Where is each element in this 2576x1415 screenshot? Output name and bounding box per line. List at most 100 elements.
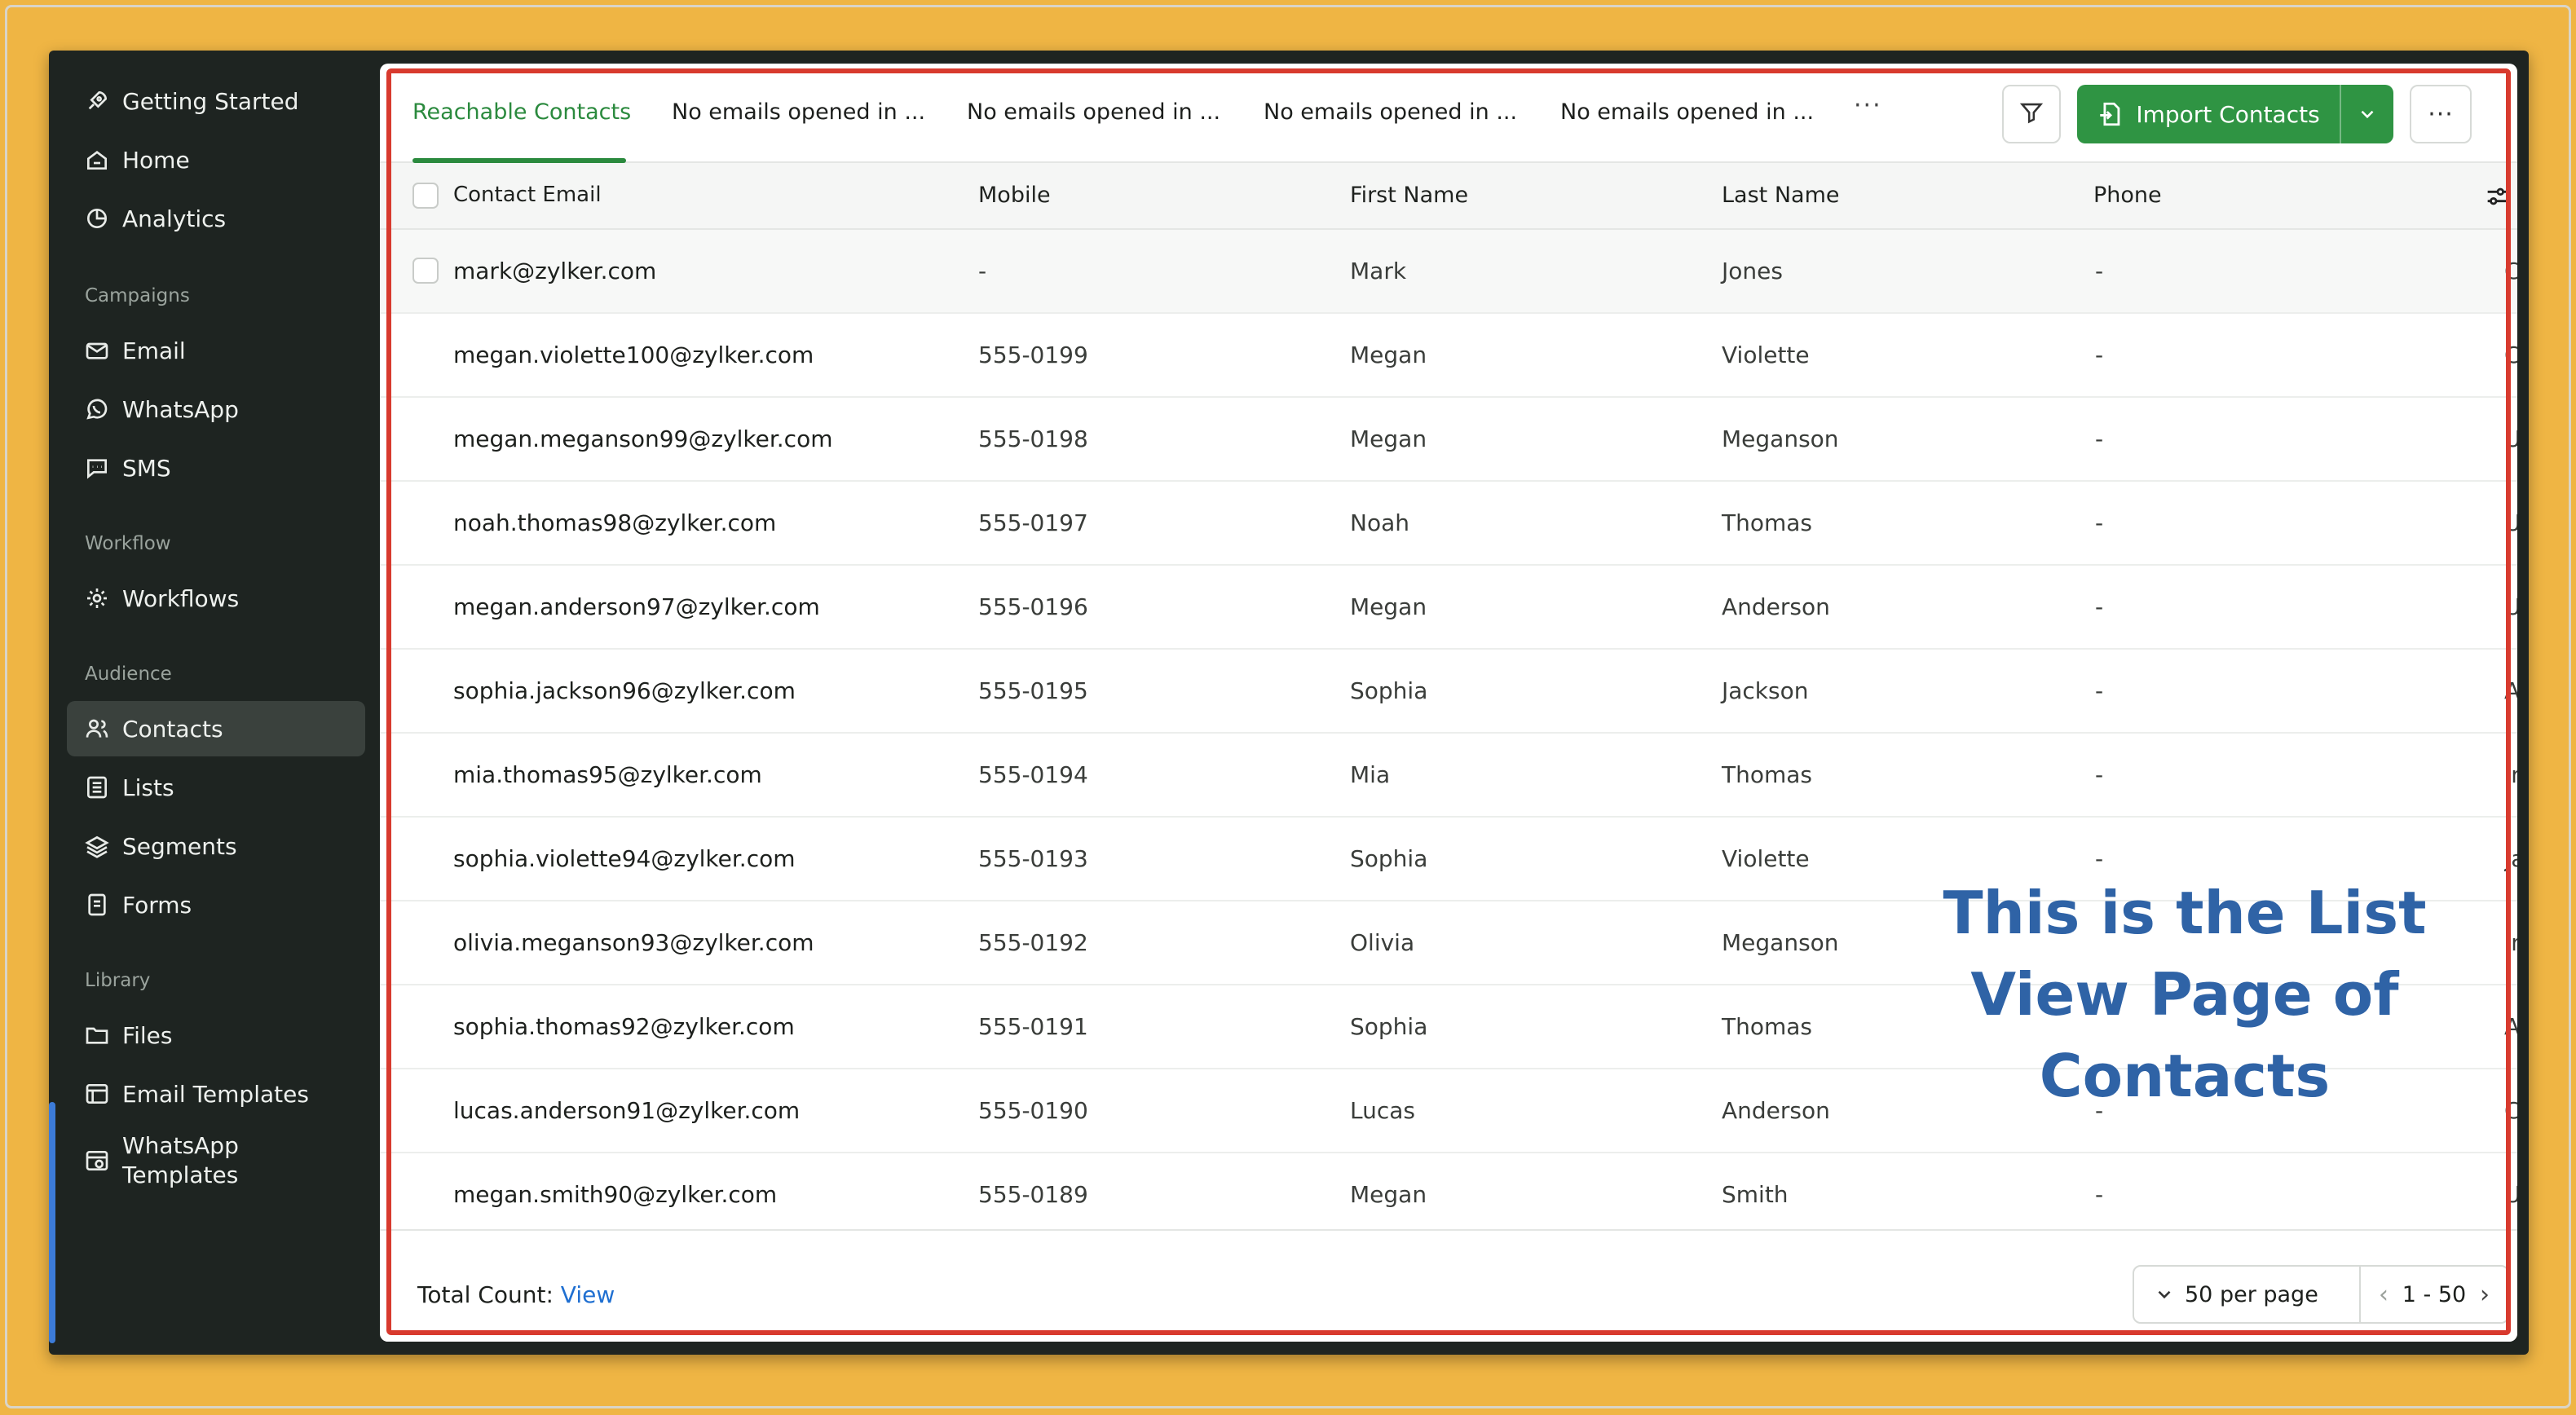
table-row[interactable]: mia.thomas95@zylker.com 555-0194 Mia Thomas… — [380, 734, 2517, 818]
cell-first: Lucas — [1350, 1097, 1415, 1124]
column-phone[interactable]: Phone — [2093, 183, 2162, 208]
sidebar-item-files[interactable]: Files — [67, 1007, 365, 1063]
sidebar-item-label: Getting Started — [122, 87, 299, 115]
cell-email[interactable]: olivia.meganson93@zylker.com — [453, 929, 814, 956]
cell-phone: - — [2095, 1181, 2104, 1208]
folder-icon — [83, 1021, 111, 1049]
cell-email[interactable]: sophia.violette94@zylker.com — [453, 845, 796, 872]
cell-truncated-column: Uk — [2504, 593, 2517, 620]
sidebar: Getting Started Home Analytics Campaigns… — [49, 51, 380, 1355]
total-count-view-link[interactable]: View — [561, 1281, 615, 1308]
cell-truncated-column: Ca — [2504, 342, 2517, 368]
cell-mobile: 555-0198 — [978, 425, 1088, 452]
chat-icon — [83, 454, 111, 482]
cell-phone: - — [2095, 845, 2104, 872]
sidebar-item-sms[interactable]: SMS — [67, 440, 365, 496]
sidebar-item-home[interactable]: Home — [67, 132, 365, 187]
tab-no-emails-opened-1[interactable]: No emails opened in ... — [672, 99, 925, 125]
sidebar-resize-handle[interactable] — [49, 1102, 55, 1343]
more-options-button[interactable]: ··· — [2410, 85, 2472, 143]
sidebar-item-label: Lists — [122, 774, 174, 801]
cell-mobile: 555-0189 — [978, 1181, 1088, 1208]
page-range-value: 1 - 50 — [2402, 1281, 2467, 1307]
sidebar-item-label: Forms — [122, 891, 192, 919]
sidebar-item-label: Email Templates — [122, 1080, 309, 1108]
cell-truncated-column: US — [2504, 1181, 2517, 1208]
sidebar-item-email[interactable]: Email — [67, 323, 365, 378]
sidebar-item-email-templates[interactable]: Email Templates — [67, 1066, 365, 1122]
sidebar-item-segments[interactable]: Segments — [67, 818, 365, 874]
prev-page-button[interactable]: ‹ — [2379, 1281, 2389, 1309]
cell-mobile: 555-0195 — [978, 677, 1088, 704]
email-template-icon — [83, 1080, 111, 1108]
cell-email[interactable]: noah.thomas98@zylker.com — [453, 509, 776, 536]
table-row[interactable]: megan.violette100@zylker.com 555-0199 Mega… — [380, 314, 2517, 398]
cell-first: Megan — [1350, 1181, 1427, 1208]
sidebar-item-getting-started[interactable]: Getting Started — [67, 73, 365, 129]
cell-first: Sophia — [1350, 1013, 1428, 1040]
cell-email[interactable]: sophia.thomas92@zylker.com — [453, 1013, 795, 1040]
cell-email[interactable]: lucas.anderson91@zylker.com — [453, 1097, 800, 1124]
table-row[interactable]: megan.smith90@zylker.com 555-0189 Megan Smi… — [380, 1153, 2517, 1237]
cell-email[interactable]: mark@zylker.com — [453, 258, 656, 284]
cell-last: Meganson — [1722, 425, 1839, 452]
section-label-audience: Audience — [85, 663, 172, 685]
sidebar-item-label: Home — [122, 146, 190, 174]
per-page-select[interactable]: 50 per page — [2134, 1267, 2361, 1322]
chevron-down-icon — [2158, 1290, 2171, 1299]
next-page-button[interactable]: › — [2480, 1281, 2490, 1309]
cell-email[interactable]: sophia.jackson96@zylker.com — [453, 677, 796, 704]
cell-last: Anderson — [1722, 1097, 1830, 1124]
sidebar-item-workflows[interactable]: Workflows — [67, 571, 365, 626]
annotation-line: Contacts — [2039, 1042, 2331, 1110]
cell-email[interactable]: megan.meganson99@zylker.com — [453, 425, 833, 452]
sidebar-item-analytics[interactable]: Analytics — [67, 191, 365, 246]
tab-reachable-contacts[interactable]: Reachable Contacts — [412, 99, 631, 125]
more-tabs-button[interactable]: ··· — [1854, 91, 1882, 120]
tab-no-emails-opened-4[interactable]: No emails opened in ... — [1560, 99, 1814, 125]
table-row[interactable]: megan.anderson97@zylker.com 555-0196 Megan… — [380, 566, 2517, 650]
sidebar-item-label: WhatsApp — [122, 395, 239, 423]
import-options-dropdown[interactable] — [2341, 85, 2393, 143]
cell-email[interactable]: megan.smith90@zylker.com — [453, 1181, 777, 1208]
app-window: Getting Started Home Analytics Campaigns… — [49, 51, 2529, 1355]
cell-last: Violette — [1722, 845, 1810, 872]
sidebar-item-label: WhatsApp Templates — [122, 1132, 239, 1188]
table-header: Contact Email Mobile First Name Last Nam… — [380, 163, 2517, 230]
cell-last: Thomas — [1722, 761, 1813, 788]
annotation-line: This is the List — [1943, 879, 2427, 947]
sidebar-item-contacts[interactable]: Contacts — [67, 701, 365, 756]
column-last-name[interactable]: Last Name — [1722, 183, 1839, 208]
tab-no-emails-opened-3[interactable]: No emails opened in ... — [1264, 99, 1517, 125]
cell-truncated-column: Uk — [2504, 425, 2517, 452]
cell-mobile: 555-0194 — [978, 761, 1088, 788]
cell-mobile: 555-0196 — [978, 593, 1088, 620]
sidebar-item-whatsapp-templates[interactable]: WhatsApp Templates — [67, 1123, 365, 1198]
import-contacts-label: Import Contacts — [2136, 100, 2320, 128]
sidebar-item-lists[interactable]: Lists — [67, 760, 365, 815]
column-contact-email[interactable]: Contact Email — [453, 183, 602, 207]
table-row[interactable]: megan.meganson99@zylker.com 555-0198 Megan… — [380, 398, 2517, 482]
column-mobile[interactable]: Mobile — [978, 183, 1051, 208]
sidebar-item-forms[interactable]: Forms — [67, 877, 365, 932]
import-contacts-button-group: Import Contacts — [2077, 85, 2393, 143]
cell-truncated-column: Ca — [2504, 1097, 2517, 1124]
cell-phone: - — [2095, 509, 2104, 536]
contacts-list-view: Reachable Contacts No emails opened in .… — [380, 64, 2517, 1342]
table-row[interactable]: mark@zylker.com - Mark Jones - Ca — [380, 230, 2517, 314]
cell-email[interactable]: mia.thomas95@zylker.com — [453, 761, 762, 788]
tab-no-emails-opened-2[interactable]: No emails opened in ... — [967, 99, 1220, 125]
import-contacts-button[interactable]: Import Contacts — [2077, 85, 2340, 143]
cell-first: Olivia — [1350, 929, 1415, 956]
sidebar-item-whatsapp[interactable]: WhatsApp — [67, 381, 365, 437]
column-first-name[interactable]: First Name — [1350, 183, 1468, 208]
table-row[interactable]: sophia.jackson96@zylker.com 555-0195 Sophi… — [380, 650, 2517, 734]
cell-email[interactable]: megan.violette100@zylker.com — [453, 342, 814, 368]
pagination: 50 per page ‹ 1 - 50 › — [2133, 1265, 2509, 1324]
row-checkbox[interactable] — [412, 258, 439, 284]
select-all-checkbox[interactable] — [412, 183, 439, 209]
filter-button[interactable] — [2002, 85, 2061, 143]
cell-email[interactable]: megan.anderson97@zylker.com — [453, 593, 820, 620]
table-row[interactable]: noah.thomas98@zylker.com 555-0197 Noah Thom… — [380, 482, 2517, 566]
column-settings-icon[interactable] — [2483, 183, 2511, 214]
